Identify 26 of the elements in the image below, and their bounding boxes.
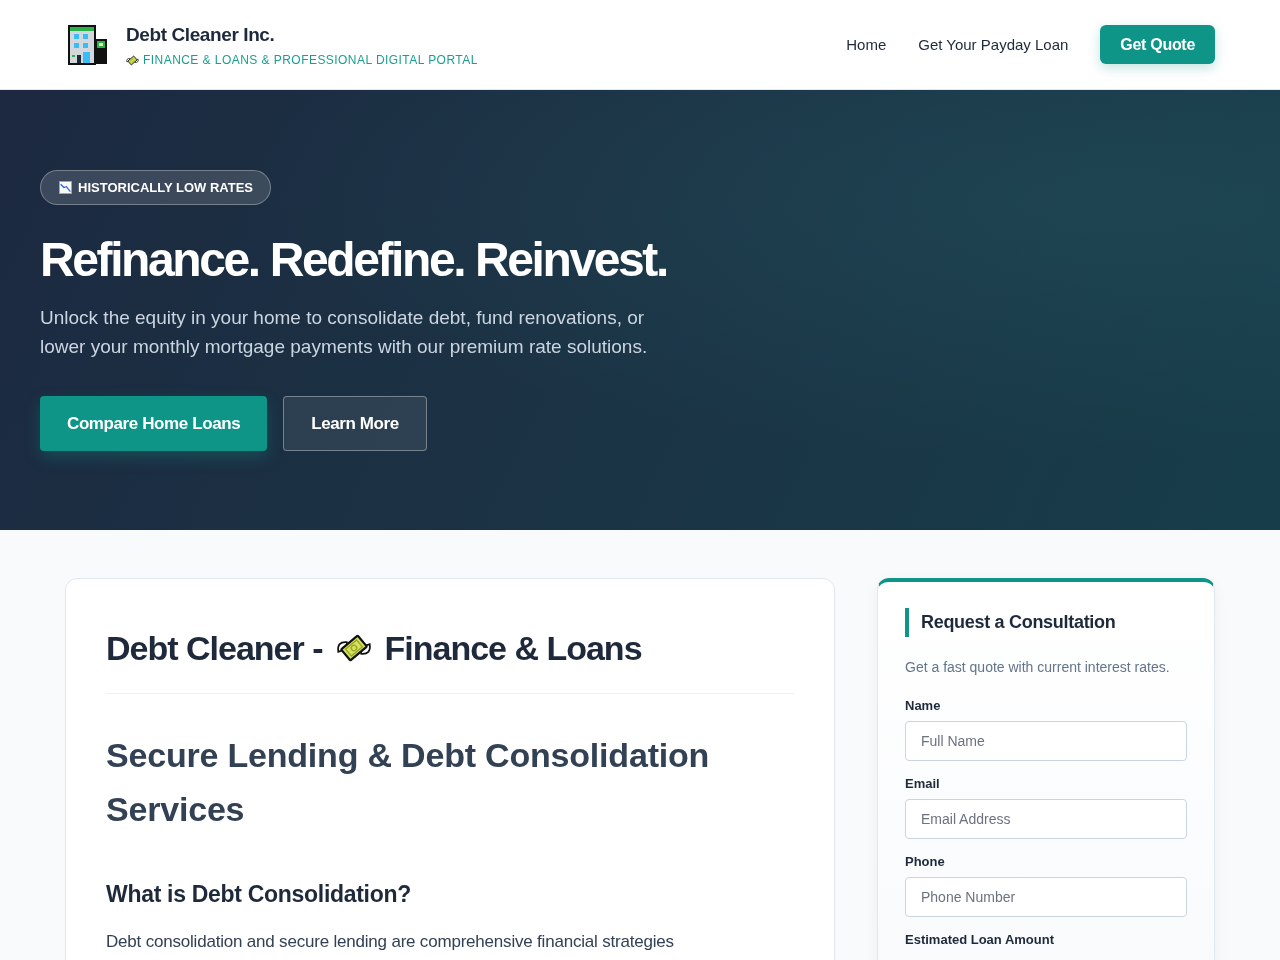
hero-description: Unlock the equity in your home to consolidate debt, fund renovations, or lower your monthly mortgage payments with our premium rate solutions. [40, 306, 649, 359]
building-icon [68, 24, 108, 65]
brand-name: Debt Cleaner Inc. [126, 23, 276, 47]
input-field[interactable]: Email Address [905, 799, 1187, 839]
input-field[interactable]: Phone Number [905, 877, 1187, 917]
field-label: Estimated Loan Amount [905, 931, 1055, 948]
nav-link[interactable]: Get Your Payday Loan [918, 36, 1069, 53]
body-paragraph: Debt consolidation and secure lending are comprehensive financial strategies [106, 931, 675, 953]
field-label: Name [905, 697, 941, 714]
tagline-text: FINANCE & LOANS & PROFESSIONAL DIGITAL PORTAL [143, 52, 478, 68]
get-quote-button[interactable]: Get Quote [1100, 25, 1215, 64]
field-label: Email [905, 775, 940, 792]
article-title: Finance & Loans [384, 628, 642, 668]
learn-more-button[interactable]: Learn More [283, 396, 427, 451]
form-title: Request a Consultation [905, 608, 1187, 637]
hero-title: Refinance. Redefine. Reinvest. [40, 232, 667, 288]
form-subtitle: Get a fast quote with current interest rates. [905, 658, 1171, 677]
badge-label: HISTORICALLY LOW RATES [78, 180, 254, 195]
compare-loans-button[interactable]: Compare Home Loans [40, 396, 268, 451]
nav-link[interactable]: Home [846, 36, 887, 53]
article-title: Debt Cleaner - [106, 628, 323, 668]
field-label: Phone [905, 853, 945, 870]
input-field[interactable]: Full Name [905, 721, 1187, 761]
subsection-heading: What is Debt Consolidation? [106, 880, 412, 909]
section-heading: Secure Lending & Debt Consolidation Services [106, 735, 711, 830]
chart-down-icon [59, 181, 72, 194]
